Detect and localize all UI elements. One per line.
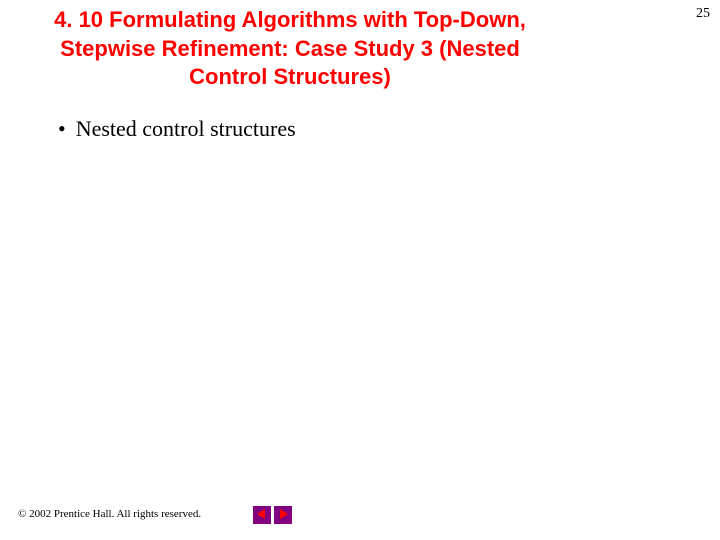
triangle-left-icon [257,506,267,524]
nav-buttons [253,506,292,524]
list-item: • Nested control structures [58,116,296,142]
triangle-right-icon [278,506,288,524]
prev-button[interactable] [253,506,271,524]
bullet-list: • Nested control structures [58,116,296,142]
bullet-marker: • [58,116,66,142]
bullet-text: Nested control structures [76,116,296,142]
slide-title: 4. 10 Formulating Algorithms with Top-Do… [50,6,530,92]
next-button[interactable] [274,506,292,524]
page-number: 25 [696,6,710,22]
copyright-footer: © 2002 Prentice Hall. All rights reserve… [18,508,201,520]
